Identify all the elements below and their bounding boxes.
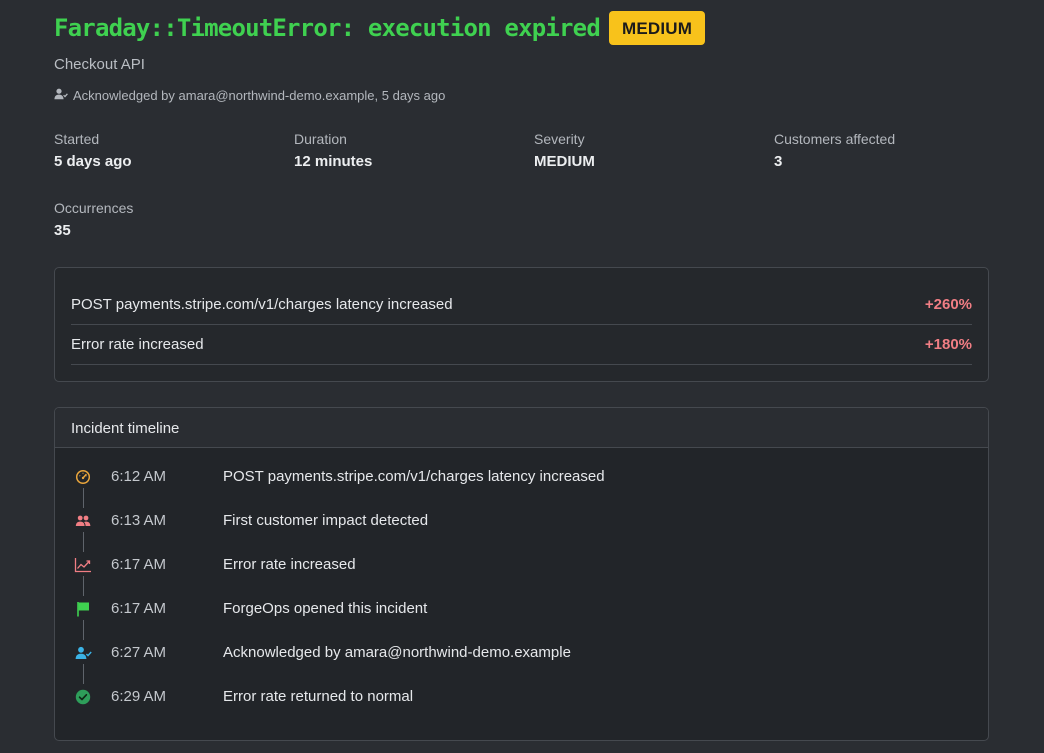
event-time: 6:12 AM — [111, 468, 167, 485]
stat-label: Severity — [534, 131, 585, 147]
check-circle-icon — [74, 688, 92, 706]
event-text: Acknowledged by amara@northwind-demo.exa… — [223, 644, 571, 661]
stat-duration: Duration 12 minutes — [294, 131, 514, 171]
acknowledged-line: Acknowledged by amara@northwind-demo.exa… — [54, 87, 989, 103]
stat-value: 12 minutes — [294, 153, 373, 170]
stat-label: Occurrences — [54, 200, 134, 216]
title-row: Faraday::TimeoutError: execution expired… — [54, 11, 989, 45]
stat-value: 3 — [774, 153, 783, 170]
event-time: 6:13 AM — [111, 512, 167, 529]
timeline-event: 6:12 AM POST payments.stripe.com/v1/char… — [55, 455, 988, 508]
event-time: 6:29 AM — [111, 688, 167, 705]
users-icon — [74, 512, 92, 530]
timeline-event: 6:13 AM First customer impact detected — [55, 499, 988, 552]
event-time: 6:17 AM — [111, 556, 167, 573]
signal-row: Error rate increased +180% — [71, 325, 972, 365]
timeline-event: 6:27 AM Acknowledged by amara@northwind-… — [55, 631, 988, 684]
signal-delta: +180% — [924, 335, 972, 353]
trending-up-icon — [74, 556, 92, 574]
event-text: ForgeOps opened this incident — [223, 600, 428, 617]
service-name: Checkout API — [54, 56, 145, 73]
stat-customers-affected: Customers affected 3 — [774, 131, 994, 171]
stat-value: 5 days ago — [54, 153, 132, 170]
flag-icon — [74, 600, 92, 618]
event-text: Error rate increased — [223, 556, 356, 573]
timeline-event: 6:17 AM ForgeOps opened this incident — [55, 587, 988, 640]
acknowledged-text: Acknowledged by amara@northwind-demo.exa… — [73, 87, 446, 103]
event-time: 6:17 AM — [111, 600, 167, 617]
stat-value: 35 — [54, 222, 71, 239]
stat-label: Duration — [294, 131, 347, 147]
user-check-icon — [74, 644, 92, 662]
event-text: First customer impact detected — [223, 512, 429, 529]
severity-badge: MEDIUM — [608, 11, 706, 45]
stat-occurrences: Occurrences 35 — [54, 200, 274, 240]
event-text: POST payments.stripe.com/v1/charges late… — [223, 468, 605, 485]
stat-severity: Severity MEDIUM — [534, 131, 754, 171]
signal-row: POST payments.stripe.com/v1/charges late… — [71, 284, 972, 325]
stat-label: Started — [54, 131, 100, 147]
stat-started: Started 5 days ago — [54, 131, 274, 171]
signal-text: POST payments.stripe.com/v1/charges late… — [71, 296, 453, 313]
timeline-list: 6:12 AM POST payments.stripe.com/v1/char… — [55, 448, 988, 719]
signal-text: Error rate increased — [71, 335, 204, 353]
timeline-event: 6:17 AM Error rate increased — [55, 543, 988, 596]
gauge-icon — [74, 468, 92, 486]
incident-timeline: Incident timeline 6:12 AM POST payments.… — [54, 407, 989, 741]
timeline-heading: Incident timeline — [55, 408, 988, 448]
event-time: 6:27 AM — [111, 644, 167, 661]
stats-grid: Started 5 days ago Duration 12 minutes S… — [54, 131, 989, 239]
user-check-icon — [54, 88, 73, 103]
stat-label: Customers affected — [774, 131, 896, 147]
signals-panel: POST payments.stripe.com/v1/charges late… — [54, 267, 989, 382]
incident-title: Faraday::TimeoutError: execution expired — [54, 14, 601, 42]
event-text: Error rate returned to normal — [223, 688, 414, 705]
timeline-event: 6:29 AM Error rate returned to normal — [55, 675, 988, 719]
signal-delta: +260% — [924, 296, 972, 313]
stat-value: MEDIUM — [534, 153, 595, 170]
